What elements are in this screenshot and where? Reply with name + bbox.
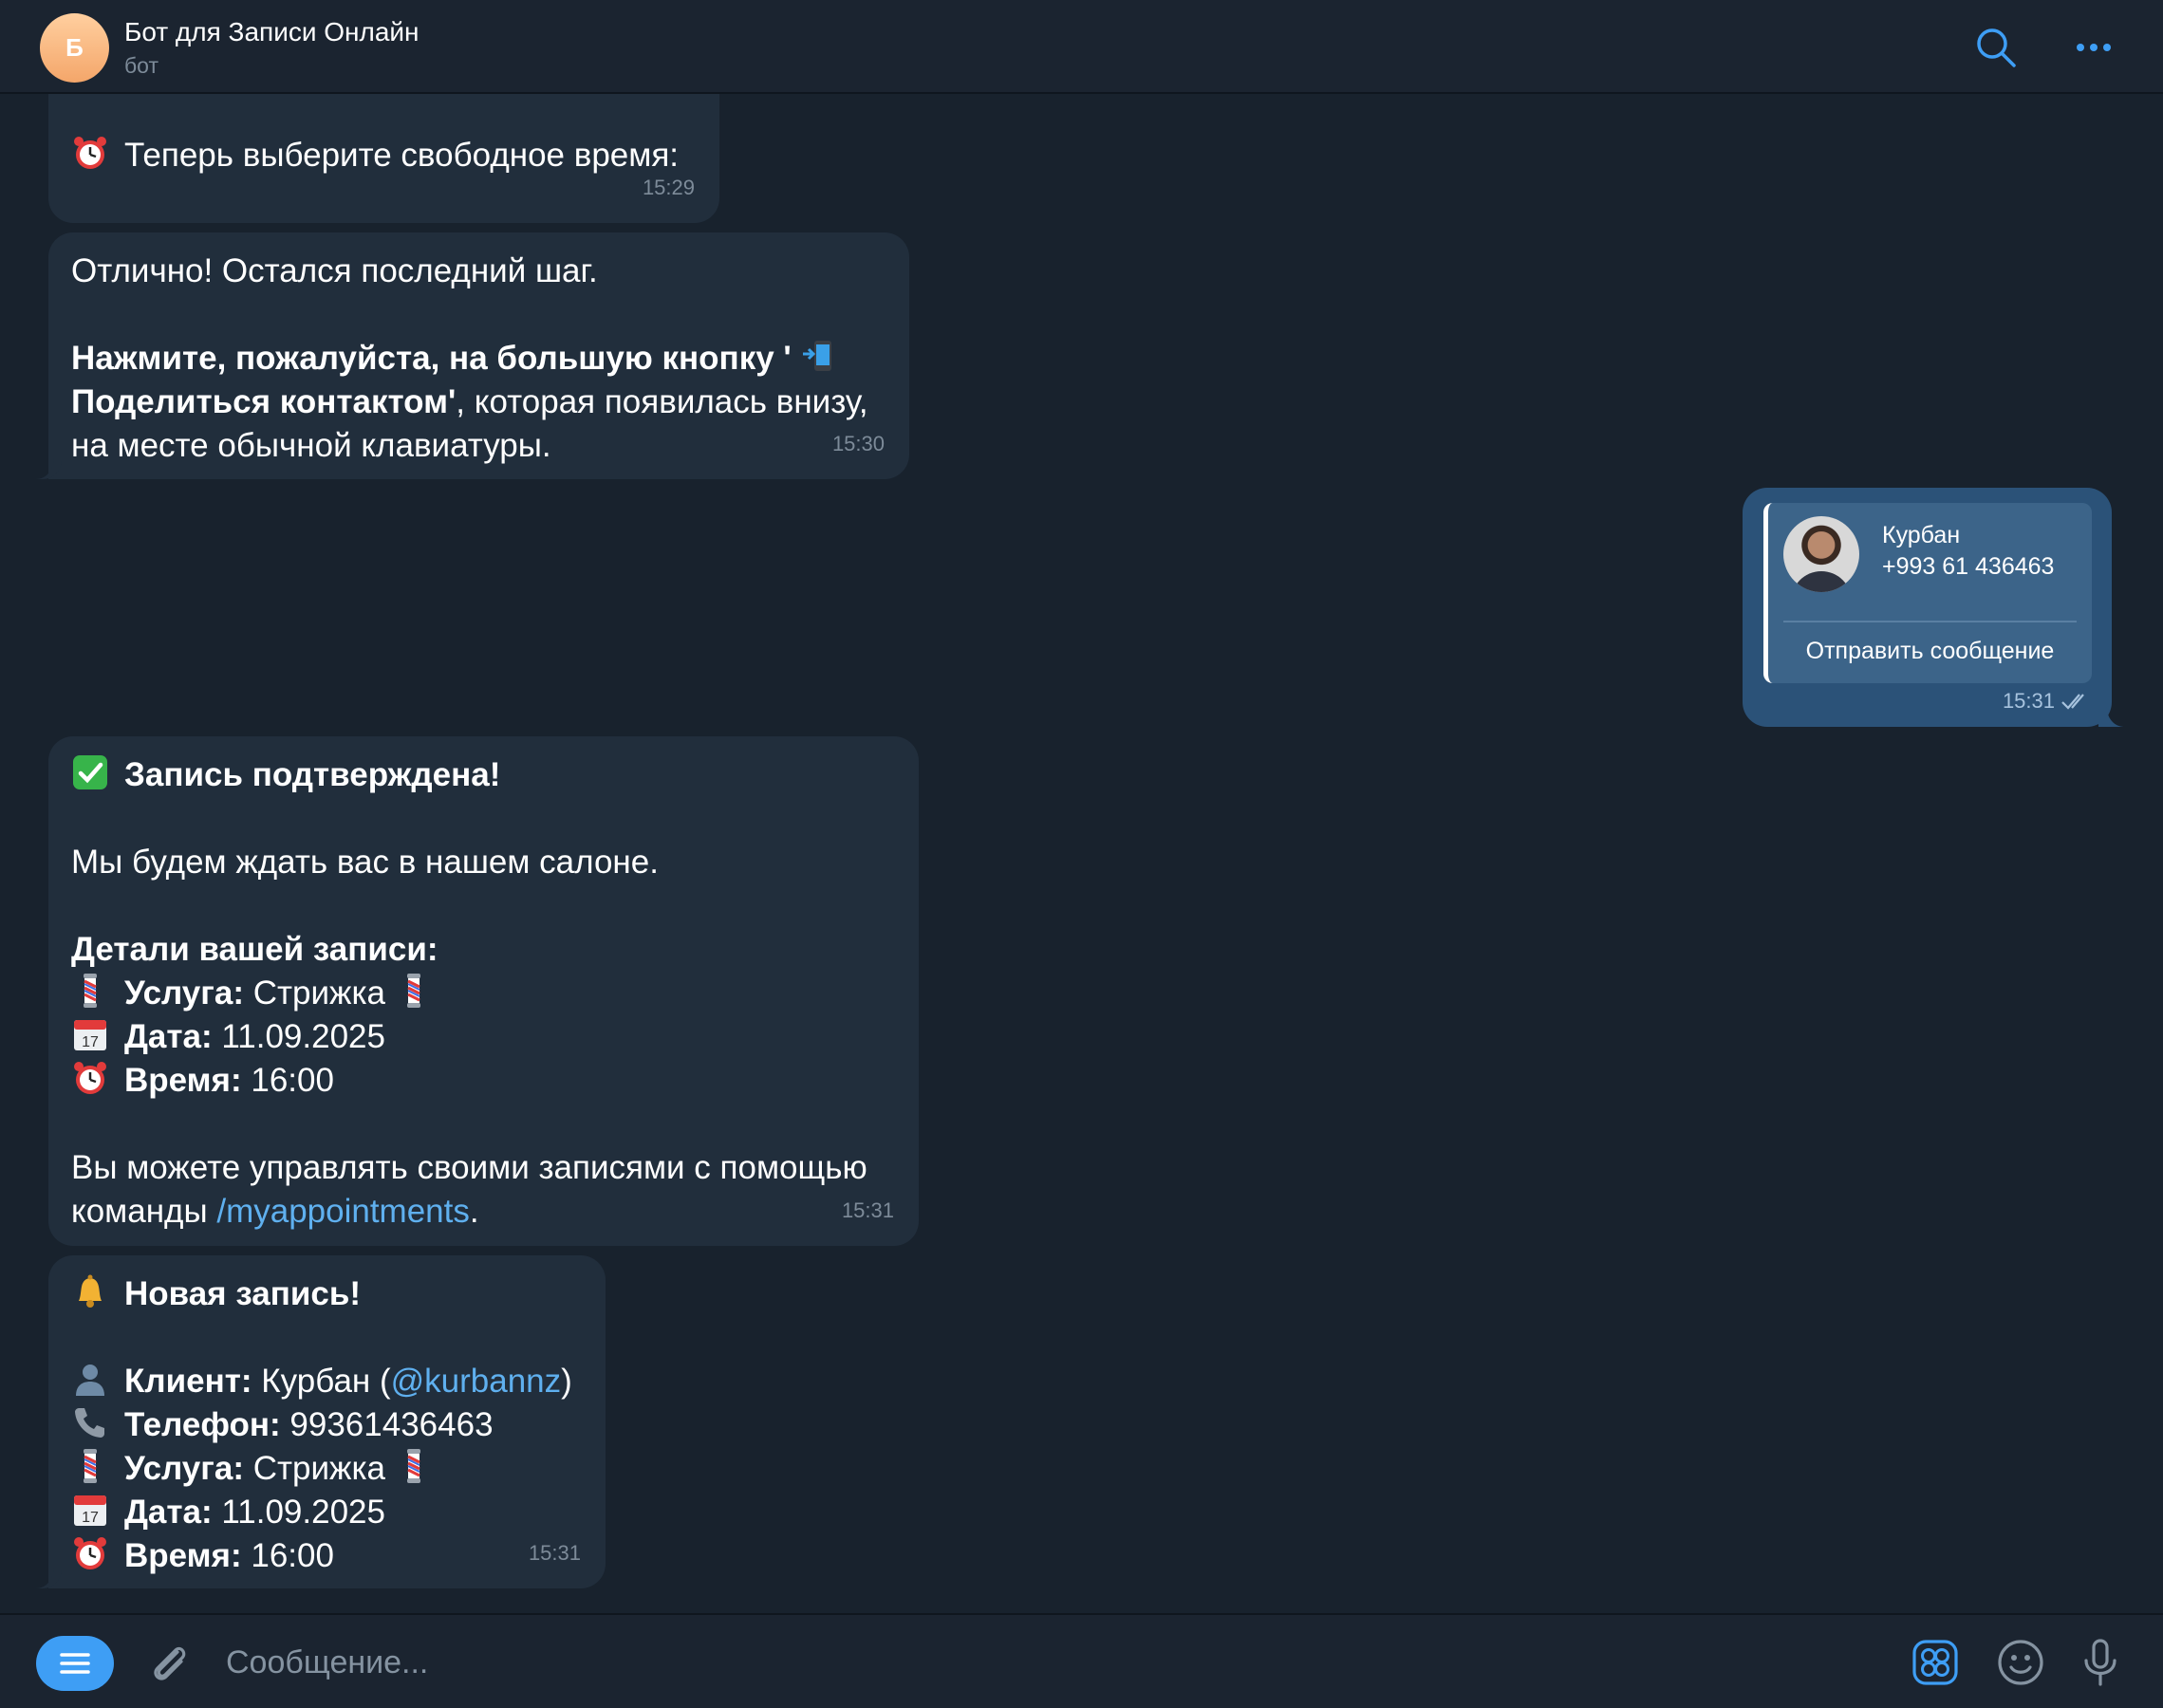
bell-icon xyxy=(71,1272,109,1310)
message-line: Вы можете управлять своими записями с по… xyxy=(71,1149,867,1186)
command-link[interactable]: /myappointments xyxy=(216,1193,470,1230)
calendar-icon: 17 xyxy=(71,1491,109,1529)
search-icon[interactable] xyxy=(1974,26,2018,69)
contact-avatar[interactable] xyxy=(1783,516,1859,592)
contact-card[interactable]: Курбан +993 61 436463 Отправить сообщени… xyxy=(1763,503,2092,683)
message-text: Теперь выберите свободное время: xyxy=(124,137,680,174)
chat-subtitle: бот xyxy=(124,53,158,78)
paperclip-icon[interactable] xyxy=(145,1639,193,1686)
message-bubble-confirmation: Запись подтверждена! Мы будем ждать вас … xyxy=(48,736,919,1246)
person-icon xyxy=(71,1360,109,1398)
message-time: 15:31 xyxy=(841,1198,894,1222)
calendar-icon: 17 xyxy=(71,1015,109,1053)
message-line: Время: 16:00 xyxy=(71,1534,583,1578)
read-ticks-icon xyxy=(2061,694,2084,710)
alarm-clock-icon xyxy=(71,1059,109,1097)
outgoing-contact-message: Курбан +993 61 436463 Отправить сообщени… xyxy=(1743,488,2112,727)
chat-title[interactable]: Бот для Записи Онлайн xyxy=(124,17,420,47)
message-line: Услуга: Стрижка xyxy=(71,972,896,1015)
check-mark-icon xyxy=(71,753,109,791)
barber-pole-icon xyxy=(71,1447,109,1485)
send-message-button[interactable]: Отправить сообщение xyxy=(1768,638,2092,665)
emoji-icon[interactable] xyxy=(1994,1636,2047,1689)
message-time: 15:31 xyxy=(528,1541,581,1565)
chat-header: Б Бот для Записи Онлайн бот xyxy=(0,0,2163,94)
message-input[interactable] xyxy=(226,1639,1839,1686)
message-bubble-time-prompt: Теперь выберите свободное время: 15:29 xyxy=(48,94,719,223)
menu-icon xyxy=(60,1653,90,1674)
bot-avatar[interactable]: Б xyxy=(40,13,109,83)
message-bubble-share-contact: Отлично! Остался последний шаг. Нажмите,… xyxy=(48,232,909,479)
alarm-clock-icon xyxy=(71,1534,109,1572)
mobile-phone-arrow-icon xyxy=(801,337,839,375)
message-composer xyxy=(0,1613,2163,1708)
message-line: Новая запись! xyxy=(71,1272,583,1316)
divider xyxy=(1783,621,2077,622)
message-line: Поделиться контактом', которая появилась… xyxy=(71,383,868,420)
message-line: команды /myappointments. xyxy=(71,1193,479,1230)
username-link[interactable]: @kurbannz xyxy=(391,1363,562,1400)
message-bubble-new-appointment: Новая запись! Клиент: Курбан (@kurbannz)… xyxy=(48,1255,606,1588)
message-line: Мы будем ждать вас в нашем салоне. xyxy=(71,844,659,881)
message-line: 17 Дата: 11.09.2025 xyxy=(71,1491,583,1534)
message-line: Отлично! Остался последний шаг. xyxy=(71,252,598,289)
more-icon[interactable] xyxy=(2075,34,2113,61)
message-line: 17 Дата: 11.09.2025 xyxy=(71,1015,896,1059)
message-line: Клиент: Курбан (@kurbannz) xyxy=(71,1360,583,1403)
barber-pole-icon xyxy=(71,972,109,1010)
alarm-clock-icon xyxy=(71,134,109,172)
sticker-icon[interactable] xyxy=(1909,1636,1962,1689)
telephone-receiver-icon xyxy=(71,1403,109,1441)
message-line: Теперь выберите свободное время: xyxy=(71,134,697,177)
message-line: Время: 16:00 xyxy=(71,1059,896,1103)
message-line: Услуга: Стрижка xyxy=(71,1447,583,1491)
barber-pole-icon xyxy=(395,1447,433,1485)
message-line: на месте обычной клавиатуры. xyxy=(71,427,551,464)
avatar-letter: Б xyxy=(65,33,84,62)
message-time: 15:30 xyxy=(831,432,885,455)
contact-phone: +993 61 436463 xyxy=(1882,553,2055,580)
contact-name: Курбан xyxy=(1882,522,1961,548)
message-time: 15:29 xyxy=(642,176,695,199)
svg-text:17: 17 xyxy=(82,1034,99,1050)
message-line: Запись подтверждена! xyxy=(71,753,896,797)
message-line-bold: Нажмите, пожалуйста, на большую кнопку ' xyxy=(71,337,886,381)
bot-menu-button[interactable] xyxy=(36,1636,114,1691)
barber-pole-icon xyxy=(395,972,433,1010)
message-line: Телефон: 99361436463 xyxy=(71,1403,583,1447)
microphone-icon[interactable] xyxy=(2074,1636,2127,1689)
svg-text:17: 17 xyxy=(82,1510,99,1526)
message-time: 15:31 xyxy=(2002,689,2055,713)
message-line: Детали вашей записи: xyxy=(71,931,438,968)
